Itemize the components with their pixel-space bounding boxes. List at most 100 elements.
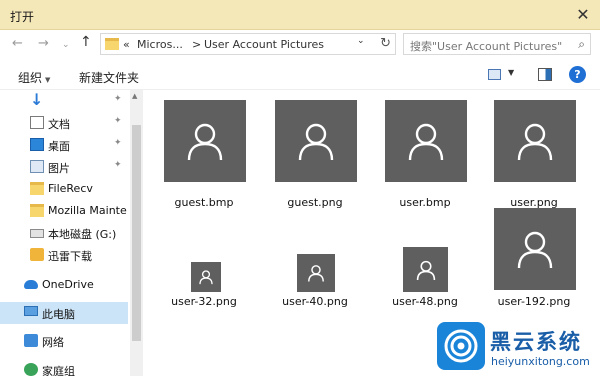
file-tile-user-48-png[interactable]: user-48.png [382, 220, 468, 310]
sidebar-item-xunlei-downloads[interactable]: 迅雷下载 [0, 244, 128, 266]
address-bar-row: ← → ⌄ ↑ « Micros... > User Account Pictu… [0, 30, 600, 60]
user-avatar-icon [517, 231, 553, 269]
breadcrumb-overflow[interactable]: « [123, 38, 130, 51]
sidebar-item-homegroup[interactable]: 家庭组 [0, 359, 128, 376]
file-thumbnail [494, 100, 576, 182]
sidebar-item-onedrive[interactable]: OneDrive [0, 274, 128, 296]
sidebar-item-label: 图片 [48, 162, 70, 175]
file-tile-guest-bmp[interactable]: guest.bmp [161, 100, 247, 209]
xunlei-icon [30, 248, 44, 261]
pin-icon: ✦ [114, 138, 122, 148]
address-bar[interactable]: « Micros... > User Account Pictures ⌄ ↻ [100, 33, 396, 55]
pin-icon: ✦ [114, 116, 122, 126]
change-view-button[interactable]: ▼ [488, 68, 518, 82]
sidebar-item-label: 桌面 [48, 140, 70, 153]
back-arrow-icon[interactable]: ← [12, 36, 23, 51]
new-folder-button[interactable]: 新建文件夹 [79, 69, 139, 86]
watermark-logo-icon [437, 322, 485, 370]
file-name: user.bmp [399, 196, 451, 209]
pictures-icon [30, 160, 44, 173]
scroll-up-arrow-icon[interactable]: ▲ [132, 92, 137, 100]
sidebar-item-documents[interactable]: 文档 ✦ [0, 112, 128, 134]
file-thumbnail [275, 100, 357, 182]
organize-menu-button[interactable]: 组织 ▼ [18, 69, 50, 86]
sidebar-item-label: 迅雷下载 [48, 250, 92, 263]
up-folder-arrow-icon[interactable]: ↑ [80, 34, 92, 50]
file-tile-user-192-png[interactable]: user-192.png [491, 208, 577, 312]
file-thumbnail [297, 254, 335, 292]
breadcrumb-current-folder[interactable]: User Account Pictures [204, 38, 324, 51]
refresh-icon[interactable]: ↻ [380, 36, 391, 51]
sidebar-item-desktop[interactable]: 桌面 ✦ [0, 134, 128, 156]
watermark-title: 黑云系统 [490, 330, 582, 354]
sidebar-item-label: 家庭组 [42, 365, 75, 376]
breadcrumb-separator[interactable]: > [192, 38, 201, 51]
pin-icon: ✦ [114, 94, 122, 104]
recent-locations-chevron-icon[interactable]: ⌄ [62, 40, 70, 50]
nav-scrollbar[interactable]: ▲ [130, 90, 143, 376]
user-avatar-icon [187, 123, 223, 161]
homegroup-icon [24, 363, 38, 376]
watermark-url: heiyunxitong.com [491, 355, 590, 368]
command-bar: 组织 ▼ 新建文件夹 ▼ ? [0, 60, 600, 90]
forward-arrow-icon[interactable]: → [38, 36, 49, 51]
user-avatar-icon [517, 123, 553, 161]
cloud-icon [24, 280, 38, 289]
scrollbar-thumb[interactable] [132, 125, 141, 341]
computer-icon [24, 306, 38, 316]
file-thumbnail [385, 100, 467, 182]
file-name: guest.png [287, 196, 343, 209]
file-thumbnail [191, 262, 221, 292]
window-title: 打开 [10, 10, 35, 24]
download-arrow-icon: ↓ [30, 90, 44, 109]
user-avatar-icon [298, 123, 334, 161]
search-placeholder: 搜索"User Account Pictures" [410, 40, 563, 53]
sidebar-item-this-pc[interactable]: 此电脑 [0, 302, 128, 324]
file-tile-user-32-png[interactable]: user-32.png [161, 220, 247, 310]
sidebar-item-filerecv[interactable]: FileRecv [0, 178, 128, 200]
file-tile-user-40-png[interactable]: user-40.png [272, 220, 358, 310]
breadcrumb-microsoft[interactable]: Micros... [137, 38, 183, 51]
sidebar-item-label: Mozilla Mainte [48, 204, 127, 217]
search-input[interactable]: 搜索"User Account Pictures" ⌕ [403, 33, 591, 55]
file-tile-guest-png[interactable]: guest.png [272, 100, 358, 209]
organize-dropdown-icon: ▼ [45, 76, 51, 84]
sidebar-item-label: 本地磁盘 (G:) [48, 228, 117, 241]
pin-icon: ✦ [114, 160, 122, 170]
folder-icon [30, 204, 44, 217]
sidebar-item-label: 此电脑 [42, 308, 75, 321]
file-name: user-192.png [497, 295, 571, 308]
close-button[interactable]: ✕ [566, 0, 600, 30]
view-options-dropdown-icon: ▼ [508, 68, 515, 77]
title-bar: 打开 ✕ [0, 0, 600, 30]
file-tile-user-bmp[interactable]: user.bmp [382, 100, 468, 209]
organize-label: 组织 [18, 71, 43, 85]
file-name: user-48.png [392, 295, 458, 308]
user-avatar-icon [408, 123, 444, 161]
user-avatar-icon [416, 260, 435, 280]
sidebar-item-pictures[interactable]: 图片 ✦ [0, 156, 128, 178]
search-icon[interactable]: ⌕ [578, 37, 585, 52]
sidebar-item-network[interactable]: 网络 [0, 330, 128, 352]
user-avatar-icon [199, 270, 213, 285]
sidebar-item-downloads[interactable]: ↓ ✦ [0, 90, 128, 112]
file-tile-user-png[interactable]: user.png [491, 100, 577, 209]
folder-icon [105, 38, 119, 50]
documents-icon [30, 116, 44, 129]
navigation-pane: ↓ ✦ 文档 ✦ 桌面 ✦ 图片 ✦ FileRecv Mozilla Main… [0, 90, 130, 376]
sidebar-item-label: 网络 [42, 336, 64, 349]
preview-pane-icon[interactable] [538, 68, 552, 81]
drive-icon [30, 229, 44, 238]
sidebar-item-mozilla-maintenance[interactable]: Mozilla Mainte [0, 200, 128, 222]
user-avatar-icon [308, 265, 324, 282]
help-button[interactable]: ? [569, 66, 586, 83]
address-history-chevron-icon[interactable]: ⌄ [357, 36, 365, 46]
file-name: user-40.png [282, 295, 348, 308]
file-thumbnail [164, 100, 246, 182]
sidebar-item-local-disk-g[interactable]: 本地磁盘 (G:) [0, 222, 128, 244]
file-thumbnail [403, 247, 448, 292]
site-watermark: 黑云系统 heiyunxitong.com [430, 320, 600, 376]
file-name: user-32.png [171, 295, 237, 308]
folder-icon [30, 182, 44, 195]
sidebar-item-label: OneDrive [42, 278, 94, 291]
